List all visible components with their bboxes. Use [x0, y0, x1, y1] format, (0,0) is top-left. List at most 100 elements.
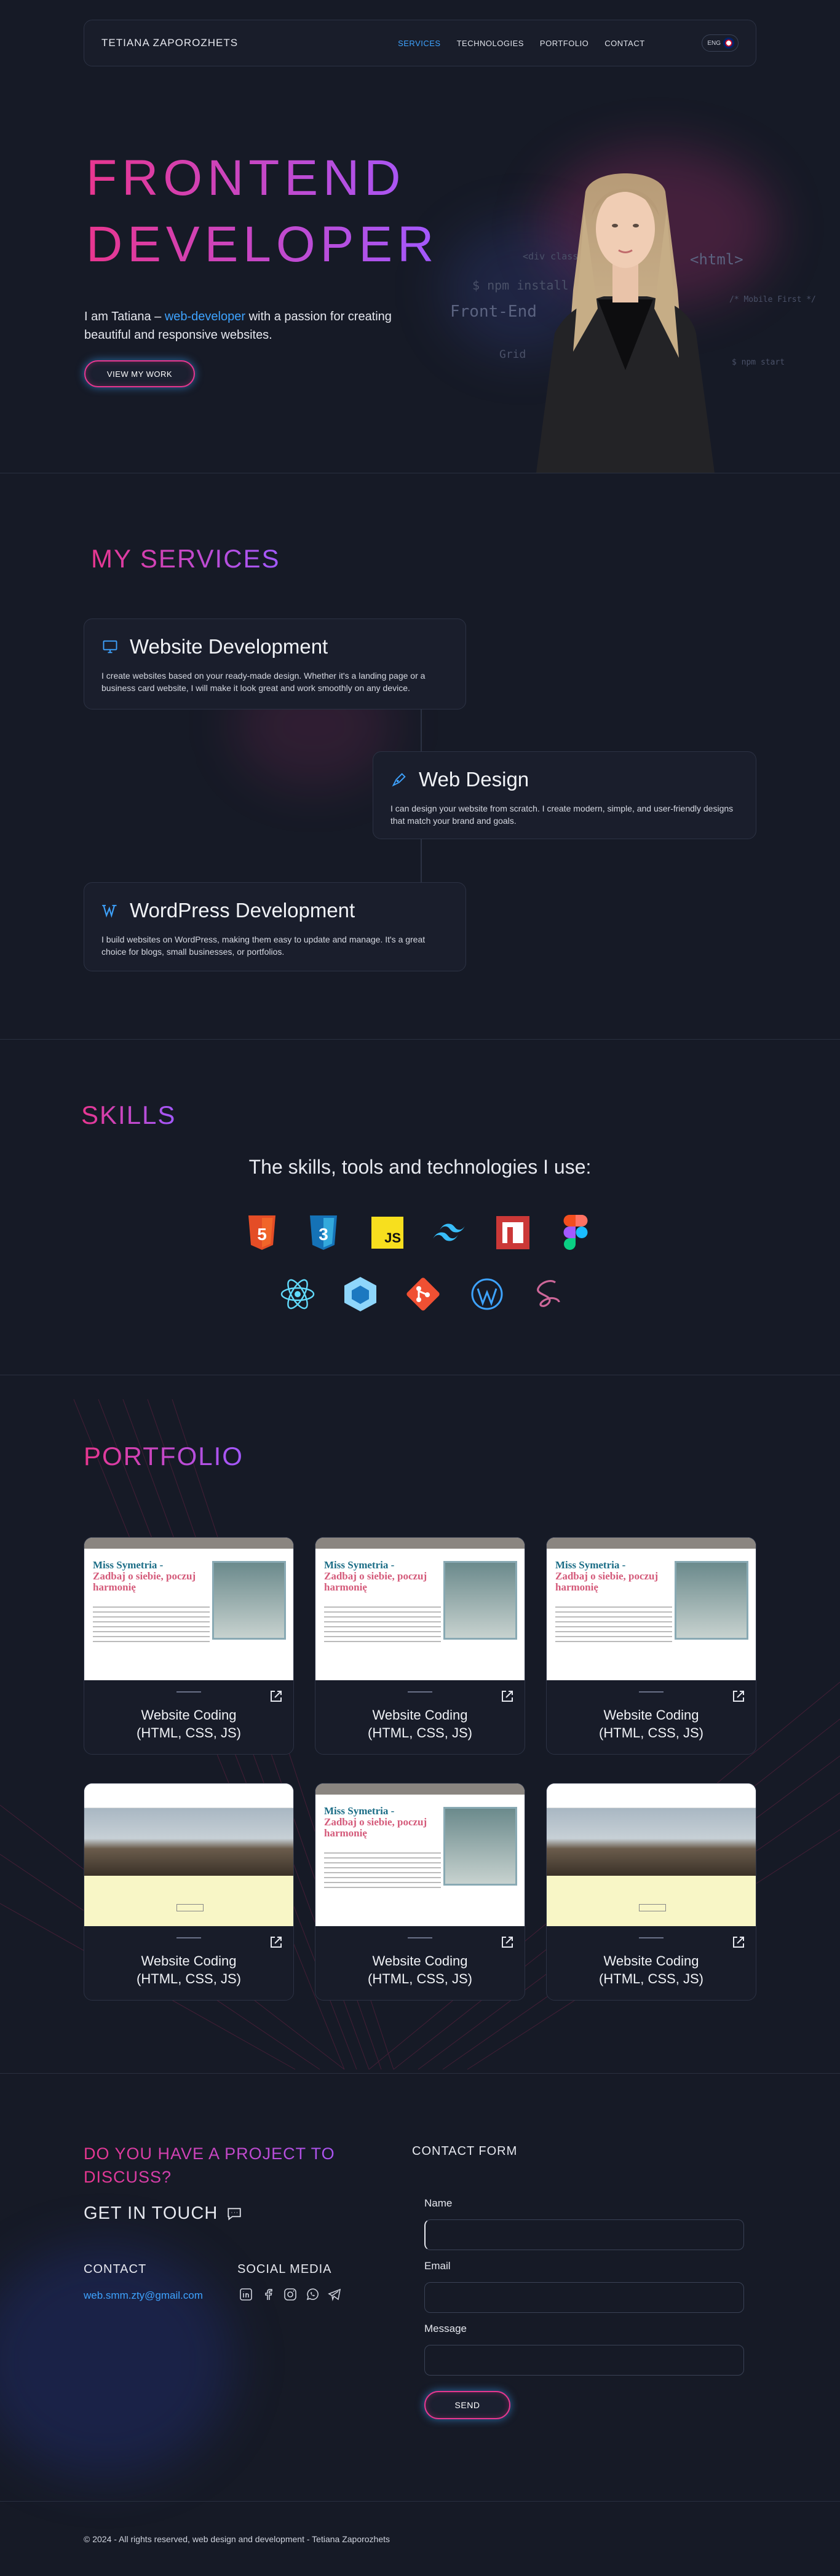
pen-tool-icon	[392, 773, 406, 787]
message-label: Message	[424, 2323, 467, 2334]
section-divider	[0, 1039, 840, 1040]
preview-heading-line: Zadbaj o siebie, poczuj	[324, 1570, 427, 1582]
sass-icon	[531, 1276, 568, 1313]
preview-heading-line: Zadbaj o siebie, poczuj	[324, 1816, 427, 1828]
nav-link-services[interactable]: SERVICES	[398, 39, 441, 48]
telegram-icon[interactable]	[327, 2287, 342, 2302]
hero-intro-start: I am Tatiana –	[84, 310, 165, 323]
git-icon	[405, 1276, 442, 1313]
message-textarea[interactable]	[424, 2345, 744, 2376]
hero-title-line2: DEVELOPER	[86, 216, 439, 272]
wordpress-icon	[469, 1276, 505, 1313]
skills-subtitle: The skills, tools and technologies I use…	[248, 1156, 592, 1178]
wordpress-icon	[102, 904, 117, 918]
caption-line: (HTML, CSS, JS)	[137, 1725, 241, 1740]
nav-link-portfolio[interactable]: PORTFOLIO	[540, 39, 588, 48]
contact-glow	[0, 2244, 234, 2478]
preview-heading: Miss Symetria - Zadbaj o siebie, poczuj ha…	[324, 1806, 427, 1839]
uk-flag-icon	[723, 38, 734, 49]
preview-heading: Miss Symetria - Zadbaj o siebie, poczuj ha…	[555, 1560, 658, 1593]
email-input[interactable]	[424, 2282, 744, 2313]
external-link-icon[interactable]	[269, 1935, 283, 1950]
language-label: ENG	[707, 39, 721, 47]
project-preview-symetria: Miss Symetria - Zadbaj o siebie, poczuj ha…	[547, 1538, 756, 1680]
email-link[interactable]: web.smm.zty@gmail.com	[84, 2290, 203, 2302]
portfolio-card[interactable]: Miss Symetria - Zadbaj o siebie, poczuj ha…	[315, 1537, 525, 1755]
linkedin-icon[interactable]	[239, 2287, 253, 2302]
caption-line: (HTML, CSS, JS)	[599, 1971, 703, 1986]
javascript-badge: JS	[371, 1217, 403, 1249]
preview-hero-image	[547, 1808, 756, 1876]
monitor-icon	[103, 640, 117, 654]
get-in-touch: GET IN TOUCH	[84, 2203, 242, 2224]
service-title-text: Web Design	[419, 768, 529, 791]
portfolio-card[interactable]: Miss Symetria - Zadbaj o siebie, poczuj ha…	[315, 1783, 525, 2001]
contact-form-title: CONTACT FORM	[412, 2144, 518, 2158]
preview-heading-line: harmonię	[324, 1581, 367, 1593]
chat-icon	[228, 2207, 241, 2220]
caption-line: Website Coding	[141, 1953, 237, 1969]
name-input[interactable]	[424, 2219, 744, 2250]
developer-portrait	[536, 173, 715, 473]
svg-text:5: 5	[257, 1225, 267, 1244]
external-link-icon[interactable]	[731, 1935, 746, 1950]
preview-button	[639, 1904, 666, 1911]
nav-link-contact[interactable]: CONTACT	[604, 39, 644, 48]
preview-text-block	[555, 1606, 672, 1643]
service-card-website-development: Website Development I create websites ba…	[84, 618, 466, 709]
project-question: DO YOU HAVE A PROJECT TO DISCUSS?	[84, 2142, 367, 2189]
caption-line: (HTML, CSS, JS)	[368, 1971, 472, 1986]
caption-divider	[176, 1937, 201, 1938]
external-link-icon[interactable]	[500, 1935, 515, 1950]
preview-heading-line: Miss Symetria -	[324, 1805, 395, 1817]
external-link-icon[interactable]	[731, 1689, 746, 1704]
skills-title: SKILLS	[81, 1100, 176, 1129]
external-link-icon[interactable]	[269, 1689, 283, 1704]
language-switcher[interactable]: ENG	[702, 34, 739, 52]
webpack-icon	[342, 1276, 379, 1313]
preview-text-block	[93, 1606, 210, 1643]
preview-navbar	[315, 1784, 525, 1795]
code-snippet: $ npm start	[732, 358, 785, 367]
portfolio-card[interactable]: Website Coding (HTML, CSS, JS)	[546, 1783, 756, 2001]
nav-link-technologies[interactable]: TECHNOLOGIES	[457, 39, 524, 48]
project-preview-beach	[84, 1784, 293, 1926]
external-link-icon[interactable]	[500, 1689, 515, 1704]
hero-intro: I am Tatiana – web-developer with a pass…	[84, 307, 404, 344]
portfolio-card[interactable]: Miss Symetria - Zadbaj o siebie, poczuj ha…	[84, 1537, 294, 1755]
project-caption: Website Coding (HTML, CSS, JS)	[315, 1706, 525, 1742]
hero-title: FRONTEND DEVELOPER	[86, 145, 438, 278]
send-button[interactable]: SEND	[424, 2391, 510, 2419]
preview-heading-line: Miss Symetria -	[324, 1559, 395, 1571]
instagram-icon[interactable]	[283, 2287, 298, 2302]
service-title: WordPress Development	[101, 899, 448, 922]
whatsapp-icon[interactable]	[305, 2287, 320, 2302]
preview-navbar	[84, 1784, 293, 1808]
css3-icon: 3	[305, 1214, 342, 1251]
timeline-line	[421, 839, 422, 882]
project-caption: Website Coding (HTML, CSS, JS)	[315, 1952, 525, 1988]
caption-line: Website Coding	[141, 1707, 237, 1723]
site-logo[interactable]: TETIANA ZAPOROZHETS	[101, 37, 238, 49]
preview-photo	[443, 1807, 517, 1886]
preview-navbar	[315, 1538, 525, 1549]
facebook-icon[interactable]	[261, 2287, 275, 2302]
portfolio-card[interactable]: Website Coding (HTML, CSS, JS)	[84, 1783, 294, 2001]
preview-button	[176, 1904, 204, 1911]
view-my-work-button[interactable]: VIEW MY WORK	[84, 360, 195, 387]
service-description: I can design your website from scratch. …	[390, 804, 734, 826]
portfolio-card[interactable]: Miss Symetria - Zadbaj o siebie, poczuj ha…	[546, 1537, 756, 1755]
services-title: MY SERVICES	[91, 544, 280, 573]
preview-yellow-section	[547, 1876, 756, 1926]
caption-divider	[408, 1937, 432, 1938]
preview-heading-line: Zadbaj o siebie, poczuj	[93, 1570, 196, 1582]
preview-navbar	[547, 1784, 756, 1808]
project-preview-symetria: Miss Symetria - Zadbaj o siebie, poczuj ha…	[315, 1538, 525, 1680]
figma-icon	[557, 1214, 594, 1251]
preview-heading-line: harmonię	[555, 1581, 598, 1593]
caption-divider	[408, 1691, 432, 1693]
preview-photo	[212, 1561, 286, 1640]
timeline-line	[421, 709, 422, 751]
social-media-label: SOCIAL MEDIA	[237, 2262, 332, 2276]
main-menu: SERVICES TECHNOLOGIES PORTFOLIO CONTACT	[398, 39, 645, 48]
